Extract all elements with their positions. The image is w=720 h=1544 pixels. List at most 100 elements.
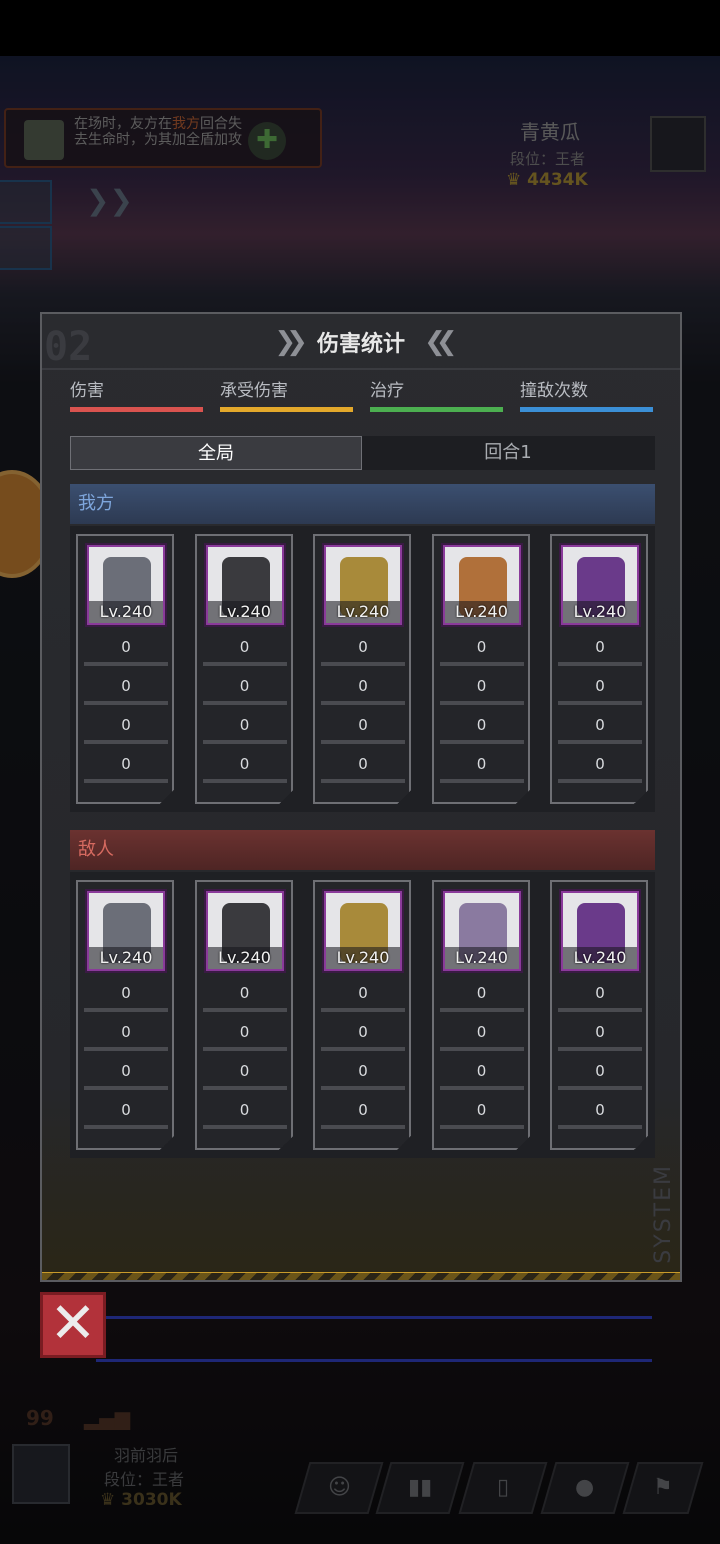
stat-underline (202, 1125, 287, 1129)
legend-color-bar (70, 407, 203, 412)
chevron-right-icon: ❯❯ (274, 327, 307, 357)
stat-underline (202, 1086, 287, 1090)
close-icon: ✕ (49, 1291, 97, 1356)
stat-underline (321, 1008, 405, 1012)
unit-stat-value: 0 (321, 1023, 405, 1051)
stat-underline (439, 1125, 524, 1129)
unit-stat-value: 0 (558, 1023, 642, 1051)
stat-underline (321, 1047, 405, 1051)
stat-number: 0 (476, 755, 487, 773)
stat-number: 0 (121, 755, 131, 773)
stat-underline (558, 1008, 642, 1012)
stat-number: 0 (239, 984, 250, 1002)
unit-stat-value: 0 (439, 716, 524, 744)
stat-number: 0 (121, 984, 131, 1002)
stat-underline (558, 740, 642, 744)
stat-underline (439, 740, 524, 744)
stat-number: 0 (358, 984, 368, 1002)
unit-stat-value: 0 (202, 755, 287, 783)
horned-girl-portrait[interactable]: Lv.240 (205, 545, 284, 625)
chevron-left-icon: ❮❮ (424, 327, 457, 357)
unit-stat-value: 0 (558, 1101, 642, 1129)
unit-stat-value: 0 (439, 1062, 524, 1090)
unit-stat-card: Lv.240 0 0 0 0 (194, 880, 293, 1150)
stat-number: 0 (239, 638, 250, 656)
unit-stat-value: 0 (558, 638, 642, 666)
bandana-girl-portrait[interactable]: Lv.240 (442, 545, 521, 625)
tab-overall[interactable]: 全局 (70, 436, 362, 470)
unit-stat-value: 0 (202, 677, 287, 705)
status-bar (0, 0, 720, 56)
stat-number: 0 (595, 1101, 605, 1119)
unit-stat-value: 0 (321, 755, 405, 783)
panel-footer-stripe (42, 1272, 680, 1280)
stat-underline (439, 779, 524, 783)
stat-underline (439, 701, 524, 705)
stat-underline (321, 740, 405, 744)
stat-underline (321, 662, 405, 666)
stat-number: 0 (595, 1062, 605, 1080)
stat-number: 0 (358, 677, 368, 695)
unit-stat-value: 0 (439, 677, 524, 705)
legend-label: 撞敌次数 (520, 381, 588, 401)
unit-stat-value: 0 (321, 716, 405, 744)
stat-number: 0 (239, 1101, 250, 1119)
hooded-girl-portrait[interactable]: Lv.240 (87, 545, 165, 625)
horned-girl-portrait[interactable]: Lv.240 (205, 891, 284, 971)
panel-header: ❯❯ 伤害统计 ❮❮ (42, 326, 680, 358)
unit-stat-value: 0 (84, 677, 168, 705)
unit-stat-value: 0 (558, 677, 642, 705)
unit-stat-value: 0 (202, 1062, 287, 1090)
silver-hair-girl-portrait[interactable]: Lv.240 (442, 891, 521, 971)
unit-level: Lv.240 (326, 947, 400, 969)
stat-underline (84, 779, 168, 783)
unit-level: Lv.240 (89, 947, 163, 969)
unit-stat-value: 0 (439, 755, 524, 783)
panel-title: 伤害统计 (316, 332, 405, 357)
unit-stat-value: 0 (321, 1101, 405, 1129)
unit-stat-value: 0 (439, 1023, 524, 1051)
stat-underline (439, 662, 524, 666)
unit-level: Lv.240 (444, 947, 519, 969)
legend-damage: 伤害 (70, 376, 203, 412)
stat-underline (84, 1086, 168, 1090)
legend-color-bar (370, 407, 503, 412)
stat-number: 0 (358, 755, 368, 773)
stat-underline (84, 740, 168, 744)
unit-stat-card: Lv.240 0 0 0 0 (550, 880, 648, 1150)
stat-number: 0 (595, 638, 605, 656)
masked-soldier-portrait[interactable]: Lv.240 (324, 891, 402, 971)
legend-color-bar (220, 407, 353, 412)
legend-color-bar (520, 407, 653, 412)
unit-stat-card: Lv.240 0 0 0 0 (431, 880, 530, 1150)
unit-stat-value: 0 (321, 984, 405, 1012)
legend-label: 伤害 (70, 381, 104, 401)
unit-stat-value: 0 (84, 716, 168, 744)
stat-underline (84, 1125, 168, 1129)
stat-number: 0 (121, 716, 131, 734)
unit-level: Lv.240 (563, 947, 637, 969)
stat-number: 0 (239, 1023, 250, 1041)
damage-stats-panel: 02 SYSTEM ❯❯ 伤害统计 ❮❮ 伤害 承受伤害 治疗 撞敌次数 全局 … (40, 312, 682, 1282)
stat-underline (202, 1047, 287, 1051)
purple-dragon-portrait[interactable]: Lv.240 (561, 891, 639, 971)
stat-number: 0 (358, 1023, 368, 1041)
close-button[interactable]: ✕ (40, 1292, 106, 1358)
legend-healing: 治疗 (370, 376, 503, 412)
divider (42, 368, 680, 370)
purple-dragon-portrait[interactable]: Lv.240 (561, 545, 639, 625)
stat-underline (439, 1047, 524, 1051)
unit-stat-card: Lv.240 0 0 0 0 (431, 534, 530, 804)
tab-round-1[interactable]: 回合1 (362, 436, 654, 470)
hooded-girl-portrait[interactable]: Lv.240 (87, 891, 165, 971)
unit-level: Lv.240 (207, 601, 282, 623)
enemy-unit-list: Lv.240 0 0 0 0 Lv.240 0 0 0 0 Lv.240 0 0 0 0 Lv.240 0 0 0 0… (70, 872, 655, 1158)
stat-underline (558, 1047, 642, 1051)
stat-underline (84, 701, 168, 705)
unit-stat-value: 0 (84, 984, 168, 1012)
masked-soldier-portrait[interactable]: Lv.240 (324, 545, 402, 625)
unit-stat-value: 0 (84, 638, 168, 666)
unit-stat-value: 0 (439, 1101, 524, 1129)
unit-level: Lv.240 (207, 947, 282, 969)
stat-underline (321, 779, 405, 783)
